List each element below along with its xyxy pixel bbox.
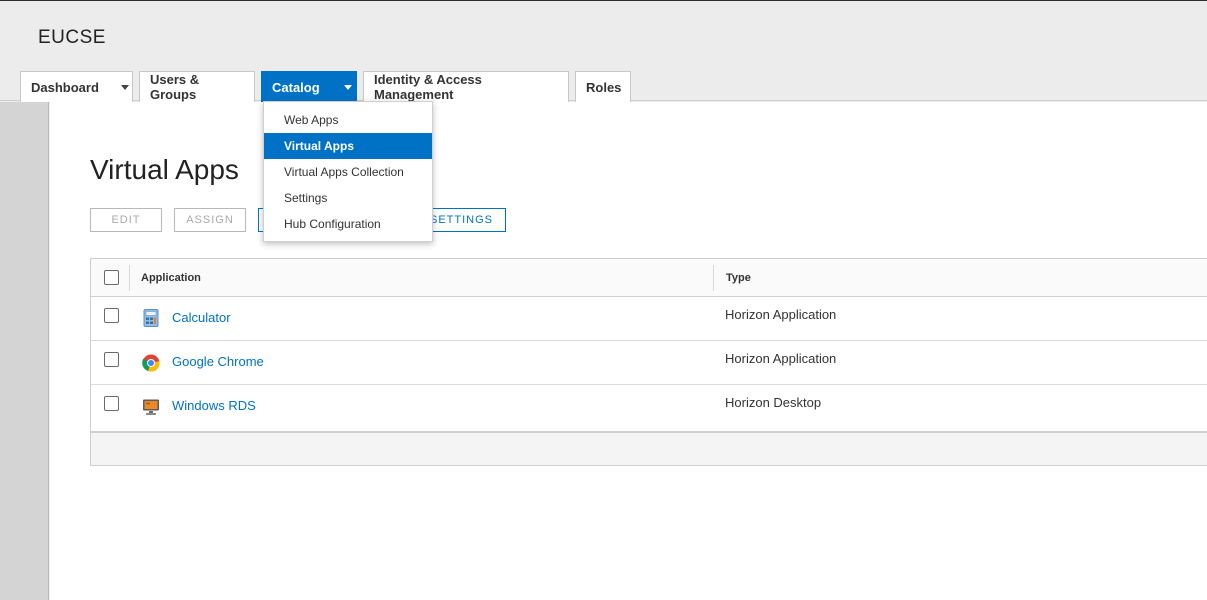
tab-catalog-label: Catalog xyxy=(272,79,320,95)
row-checkbox[interactable] xyxy=(104,352,119,367)
tab-dashboard[interactable]: Dashboard xyxy=(20,71,133,102)
table-row[interactable]: Calculator Horizon Application xyxy=(91,297,1207,341)
column-divider xyxy=(129,265,130,291)
main-nav: Dashboard Users & Groups Catalog Identit… xyxy=(20,71,637,102)
menu-item-hub-configuration[interactable]: Hub Configuration xyxy=(264,211,432,237)
app-header: EUCSE Dashboard Users & Groups Catalog I… xyxy=(0,1,1207,102)
grid-footer xyxy=(91,431,1207,465)
app-type: Horizon Application xyxy=(725,351,837,366)
select-all-checkbox[interactable] xyxy=(104,270,119,285)
app-type: Horizon Application xyxy=(725,307,837,322)
column-header-application[interactable]: Application xyxy=(141,272,201,284)
column-divider xyxy=(713,265,714,291)
grid-header: Application Type xyxy=(91,259,1207,297)
tab-users-groups[interactable]: Users & Groups xyxy=(139,71,255,102)
chevron-down-icon[interactable] xyxy=(120,84,129,90)
column-header-type[interactable]: Type xyxy=(726,272,751,284)
edit-button[interactable]: EDIT xyxy=(90,208,162,232)
chrome-icon xyxy=(142,354,160,372)
tab-users-groups-label: Users & Groups xyxy=(150,72,200,102)
org-name: EUCSE xyxy=(38,27,106,48)
app-type: Horizon Desktop xyxy=(725,395,822,410)
tab-iam-label: Identity & Access Management xyxy=(374,72,482,102)
assign-button[interactable]: ASSIGN xyxy=(174,208,246,232)
main-content: Virtual Apps EDIT ASSIGN SETTINGS Applic… xyxy=(50,102,1207,600)
table-row[interactable]: Windows RDS Horizon Desktop xyxy=(91,385,1207,429)
app-link-windows-rds[interactable]: Windows RDS xyxy=(172,398,256,413)
row-checkbox[interactable] xyxy=(104,308,119,323)
catalog-dropdown-menu: Web Apps Virtual Apps Virtual Apps Colle… xyxy=(263,101,433,242)
app-link-calculator[interactable]: Calculator xyxy=(172,310,231,325)
menu-item-virtual-apps-collection[interactable]: Virtual Apps Collection xyxy=(264,159,432,185)
chevron-down-icon[interactable] xyxy=(343,84,352,90)
page-title: Virtual Apps xyxy=(90,154,239,185)
menu-item-web-apps[interactable]: Web Apps xyxy=(264,107,432,133)
left-rail xyxy=(0,102,49,600)
menu-item-settings[interactable]: Settings xyxy=(264,185,432,211)
row-checkbox[interactable] xyxy=(104,396,119,411)
tab-roles-label: Roles xyxy=(586,79,622,95)
app-link-google-chrome[interactable]: Google Chrome xyxy=(172,354,264,369)
tab-catalog[interactable]: Catalog xyxy=(261,71,357,102)
calculator-icon xyxy=(143,309,159,327)
tab-identity-access-management[interactable]: Identity & Access Management xyxy=(363,71,569,102)
apps-grid: Application Type Calculator Horizon Appl… xyxy=(90,258,1207,466)
table-row[interactable]: Google Chrome Horizon Application xyxy=(91,341,1207,385)
tab-dashboard-label: Dashboard xyxy=(31,79,99,95)
rds-desktop-icon xyxy=(143,399,159,415)
tab-roles[interactable]: Roles xyxy=(575,71,631,102)
menu-item-virtual-apps[interactable]: Virtual Apps xyxy=(264,133,432,159)
